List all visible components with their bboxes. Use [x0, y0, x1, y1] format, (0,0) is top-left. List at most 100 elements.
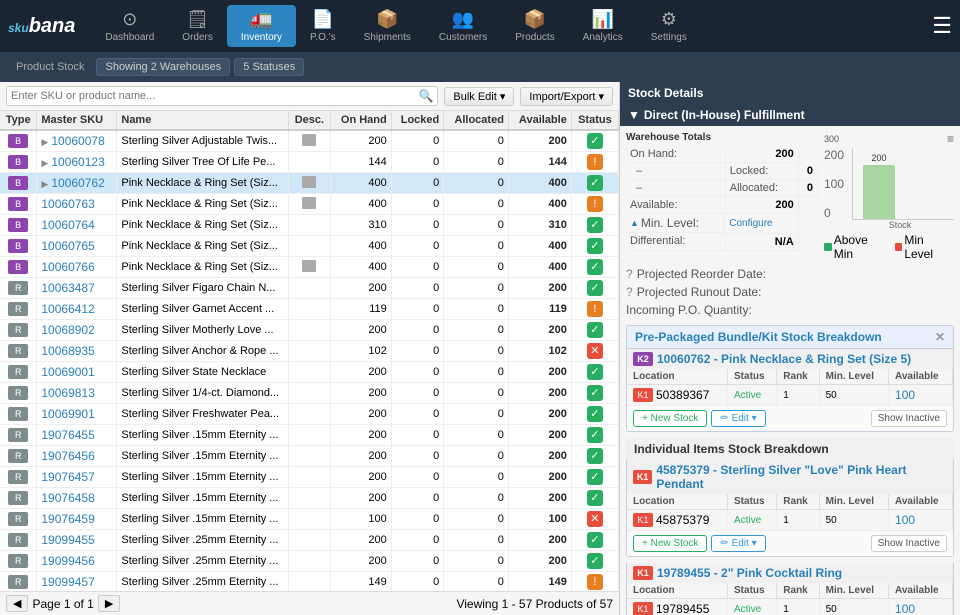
nav-item-orders[interactable]: 🗒 Orders: [168, 5, 227, 47]
nav-item-inventory[interactable]: 🚛 Inventory: [227, 5, 296, 47]
table-row[interactable]: B 10060765 Pink Necklace & Ring Set (Siz…: [0, 236, 619, 257]
cell-sku[interactable]: 10069901: [37, 404, 117, 425]
question-icon-runout[interactable]: ?: [626, 285, 633, 299]
cell-sku[interactable]: 10069813: [37, 383, 117, 404]
table-row[interactable]: R 19076455 Sterling Silver .15mm Eternit…: [0, 425, 619, 446]
pre-packaged-close[interactable]: ✕: [935, 330, 945, 344]
table-row[interactable]: B 10060763 Pink Necklace & Ring Set (Siz…: [0, 194, 619, 215]
expand-arrow[interactable]: ▶: [41, 179, 48, 189]
cell-sku[interactable]: ▶ 10060762: [37, 173, 117, 194]
sku-link[interactable]: 19099455: [41, 533, 94, 547]
table-row[interactable]: R 10066412 Sterling Silver Garnet Accent…: [0, 299, 619, 320]
nav-item-settings[interactable]: ⚙ Settings: [637, 5, 701, 47]
expand-arrow[interactable]: ▶: [41, 158, 48, 168]
item2-avail-link[interactable]: 100: [895, 602, 915, 615]
cell-sku[interactable]: 10066412: [37, 299, 117, 320]
nav-item-analytics[interactable]: 📊 Analytics: [569, 5, 637, 47]
cell-sku[interactable]: 19099455: [37, 530, 117, 551]
sku-link[interactable]: 10069813: [41, 386, 94, 400]
cell-sku[interactable]: 10060763: [37, 194, 117, 215]
prev-page-button[interactable]: ◀: [6, 595, 28, 612]
hamburger-menu[interactable]: ☰: [932, 13, 952, 39]
expand-arrow[interactable]: ▶: [41, 137, 48, 147]
table-row[interactable]: R 10069901 Sterling Silver Freshwater Pe…: [0, 404, 619, 425]
nav-item-pos[interactable]: 📄 P.O.'s: [296, 5, 350, 47]
sku-link[interactable]: 10068902: [41, 323, 94, 337]
cell-sku[interactable]: 10063487: [37, 278, 117, 299]
table-row[interactable]: R 10069813 Sterling Silver 1/4-ct. Diamo…: [0, 383, 619, 404]
sku-link[interactable]: 19076455: [41, 428, 94, 442]
cell-sku[interactable]: 19076455: [37, 425, 117, 446]
th-avail[interactable]: Available: [508, 111, 571, 130]
cell-sku[interactable]: 19076456: [37, 446, 117, 467]
fulfillment-section-header[interactable]: ▼ Direct (In-House) Fulfillment: [620, 104, 960, 126]
sku-link[interactable]: 10066412: [41, 302, 94, 316]
cell-sku[interactable]: 10068902: [37, 320, 117, 341]
sku-link[interactable]: 10060123: [51, 155, 104, 169]
sku-link[interactable]: 10063487: [41, 281, 94, 295]
cell-sku[interactable]: 19076459: [37, 509, 117, 530]
sku-link[interactable]: 10068935: [41, 344, 94, 358]
sku-link[interactable]: 10060078: [51, 134, 104, 148]
table-row[interactable]: R 19099455 Sterling Silver .25mm Eternit…: [0, 530, 619, 551]
table-row[interactable]: R 19099457 Sterling Silver .25mm Eternit…: [0, 572, 619, 592]
item1-sku-link[interactable]: 45875379 - Sterling Silver "Love" Pink H…: [656, 463, 947, 491]
table-row[interactable]: R 19099456 Sterling Silver .25mm Eternit…: [0, 551, 619, 572]
cell-sku[interactable]: ▶ 10060078: [37, 130, 117, 152]
nav-item-products[interactable]: 📦 Products: [501, 5, 568, 47]
sku-link[interactable]: 19076459: [41, 512, 94, 526]
table-row[interactable]: R 19076457 Sterling Silver .15mm Eternit…: [0, 467, 619, 488]
cell-sku[interactable]: 19076458: [37, 488, 117, 509]
sku-link[interactable]: 10060763: [41, 197, 94, 211]
table-row[interactable]: R 19076456 Sterling Silver .15mm Eternit…: [0, 446, 619, 467]
sku-link[interactable]: 19099457: [41, 575, 94, 589]
cell-sku[interactable]: 10060764: [37, 215, 117, 236]
item2-sku-link[interactable]: 19789455 - 2" Pink Cocktail Ring: [657, 566, 842, 580]
bulk-edit-button[interactable]: Bulk Edit ▾: [444, 87, 514, 106]
cell-sku[interactable]: 10060766: [37, 257, 117, 278]
table-row[interactable]: R 19076459 Sterling Silver .15mm Eternit…: [0, 509, 619, 530]
table-row[interactable]: B 10060766 Pink Necklace & Ring Set (Siz…: [0, 257, 619, 278]
pre-packaged-sku-link[interactable]: 10060762 - Pink Necklace & Ring Set (Siz…: [657, 352, 911, 366]
sku-link[interactable]: 19099456: [41, 554, 94, 568]
sku-link[interactable]: 10060765: [41, 239, 94, 253]
edit-item1[interactable]: ✏ Edit ▾: [711, 535, 765, 552]
cell-sku[interactable]: 19099456: [37, 551, 117, 572]
cell-sku[interactable]: 10068935: [37, 341, 117, 362]
sku-link[interactable]: 19076458: [41, 491, 94, 505]
sku-link[interactable]: 10060766: [41, 260, 94, 274]
next-page-button[interactable]: ▶: [98, 595, 120, 612]
cell-sku[interactable]: 19076457: [37, 467, 117, 488]
cell-sku[interactable]: 19099457: [37, 572, 117, 592]
new-stock-button-prepkg[interactable]: + New Stock: [633, 410, 707, 427]
sku-link[interactable]: 10069901: [41, 407, 94, 421]
cell-sku[interactable]: 10060765: [37, 236, 117, 257]
sku-link[interactable]: 19076456: [41, 449, 94, 463]
search-input[interactable]: [11, 90, 418, 102]
sku-link[interactable]: 10069001: [41, 365, 94, 379]
cell-sku[interactable]: 10069001: [37, 362, 117, 383]
table-row[interactable]: R 10063487 Sterling Silver Figaro Chain …: [0, 278, 619, 299]
sku-link[interactable]: 10060764: [41, 218, 94, 232]
table-row[interactable]: B ▶ 10060762 Pink Necklace & Ring Set (S…: [0, 173, 619, 194]
table-row[interactable]: B 10060764 Pink Necklace & Ring Set (Siz…: [0, 215, 619, 236]
table-row[interactable]: B ▶ 10060078 Sterling Silver Adjustable …: [0, 130, 619, 152]
configure-link[interactable]: Configure: [729, 218, 772, 229]
sku-link[interactable]: 19076457: [41, 470, 94, 484]
th-alloc[interactable]: Allocated: [444, 111, 509, 130]
th-name[interactable]: Name: [117, 111, 288, 130]
chart-menu-icon[interactable]: ≡: [947, 132, 954, 146]
available-link[interactable]: 100: [895, 388, 915, 402]
status-filter[interactable]: 5 Statuses: [234, 58, 304, 76]
item1-avail-link[interactable]: 100: [895, 513, 915, 527]
import-export-button[interactable]: Import/Export ▾: [520, 87, 613, 106]
table-row[interactable]: R 10069001 Sterling Silver State Necklac…: [0, 362, 619, 383]
show-inactive-prepkg[interactable]: Show Inactive: [871, 410, 947, 427]
warehouse-filter[interactable]: Showing 2 Warehouses: [96, 58, 230, 76]
cell-sku[interactable]: ▶ 10060123: [37, 152, 117, 173]
edit-button-prepkg[interactable]: ✏ Edit ▾: [711, 410, 765, 427]
sku-link[interactable]: 10060762: [51, 176, 104, 190]
question-icon-reorder[interactable]: ?: [626, 267, 633, 281]
table-row[interactable]: B ▶ 10060123 Sterling Silver Tree Of Lif…: [0, 152, 619, 173]
table-row[interactable]: R 10068935 Sterling Silver Anchor & Rope…: [0, 341, 619, 362]
